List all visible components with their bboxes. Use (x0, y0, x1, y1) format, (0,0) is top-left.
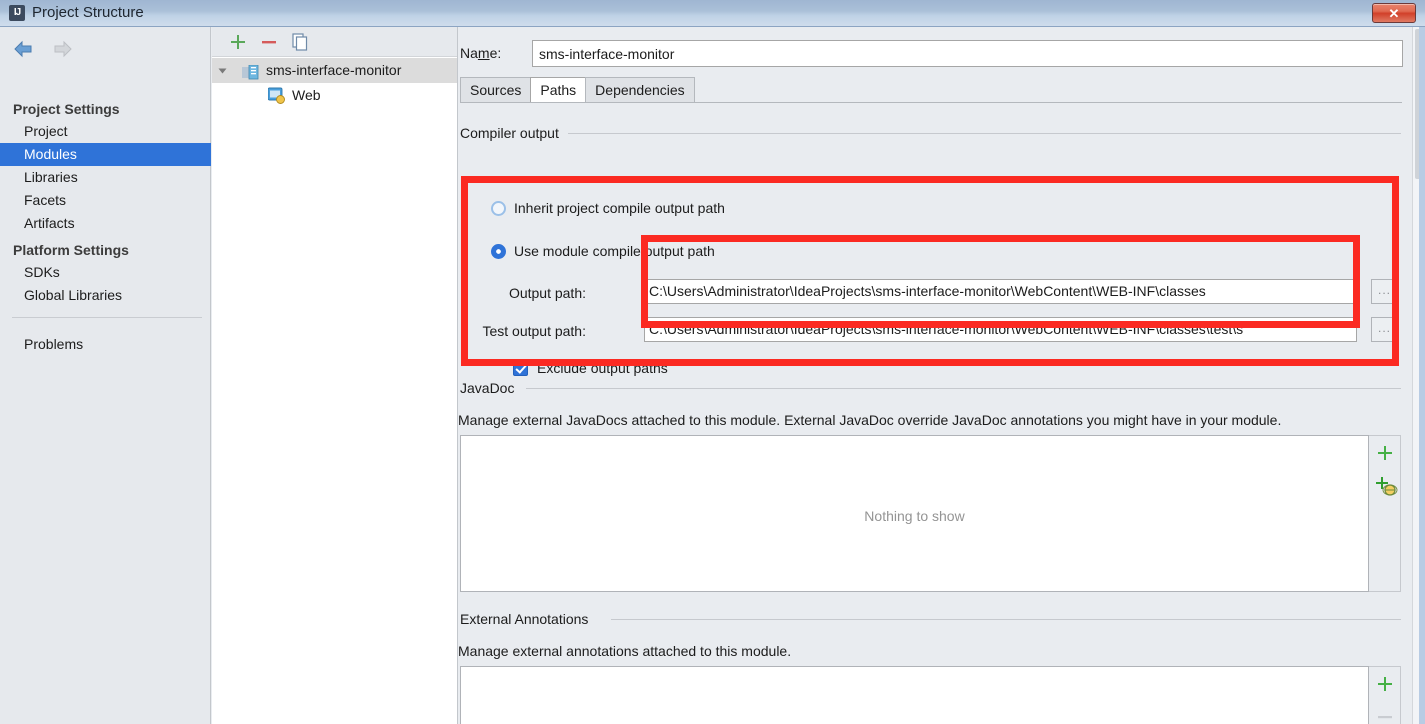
module-name-label: Name: (460, 45, 501, 61)
output-path-input[interactable]: C:\Users\Administrator\IdeaProjects\sms-… (644, 279, 1357, 304)
remove-annotation-button[interactable] (1372, 704, 1398, 724)
module-name-input[interactable] (532, 40, 1403, 67)
web-facet-icon (267, 87, 285, 104)
section-heading-platform-settings: Platform Settings (13, 242, 129, 258)
module-details-panel: Name: Sources Paths Dependencies Compile… (458, 27, 1425, 724)
external-annotations-buttons (1369, 666, 1401, 724)
table-row[interactable]: sms-interface-monitor (212, 58, 458, 83)
sidebar-item-problems[interactable]: Problems (0, 333, 211, 356)
add-annotation-button[interactable] (1372, 672, 1398, 698)
test-output-path-label: Test output path: (482, 323, 586, 339)
javadoc-empty-text: Nothing to show (864, 508, 965, 524)
javadoc-list[interactable]: Nothing to show (460, 435, 1369, 592)
navigation-arrows (8, 33, 80, 65)
module-tabs: Sources Paths Dependencies (460, 77, 695, 103)
sidebar-divider (12, 317, 202, 318)
sidebar-item-project[interactable]: Project (0, 120, 211, 143)
compiler-output-group-rule (568, 133, 1401, 134)
tab-dependencies[interactable]: Dependencies (585, 77, 695, 103)
external-annotations-description: Manage external annotations attached to … (458, 643, 792, 659)
test-output-path-browse-button[interactable]: ... (1371, 317, 1398, 342)
settings-sidebar: Project Settings Project Modules Librari… (0, 27, 211, 724)
checkbox-checked-icon[interactable] (513, 361, 528, 376)
name-label-mnemonic: m (477, 45, 490, 61)
javadoc-description: Manage external JavaDocs attached to thi… (458, 412, 1282, 428)
javadoc-buttons (1369, 435, 1401, 592)
radio-unselected-icon[interactable] (491, 201, 506, 216)
section-heading-project-settings: Project Settings (13, 101, 120, 117)
sidebar-item-global-libraries[interactable]: Global Libraries (0, 284, 211, 307)
external-annotations-list[interactable]: Nothing to show (460, 666, 1369, 724)
project-structure-dialog: IJ Project Structure ✕ Project Settings … (0, 0, 1425, 724)
close-icon[interactable]: ✕ (1372, 3, 1416, 23)
window-title: Project Structure (32, 4, 144, 21)
copy-module-button[interactable] (289, 31, 311, 53)
remove-module-button[interactable] (258, 31, 280, 53)
compiler-output-group-label: Compiler output (460, 125, 566, 141)
module-output-radio-label: Use module compile output path (514, 243, 715, 259)
sidebar-item-libraries[interactable]: Libraries (0, 166, 211, 189)
javadoc-group-label: JavaDoc (460, 380, 522, 396)
module-toolbar (212, 27, 458, 57)
external-annotations-group-rule (611, 619, 1401, 620)
app-icon: IJ (9, 5, 25, 21)
name-label-pre: Na (460, 45, 478, 61)
inherit-output-radio-label: Inherit project compile output path (514, 200, 725, 216)
chevron-down-icon[interactable] (218, 68, 227, 74)
external-annotations-group-label: External Annotations (460, 611, 596, 627)
radio-selected-icon[interactable] (491, 244, 506, 259)
add-javadoc-url-button[interactable] (1372, 473, 1398, 499)
add-module-button[interactable] (227, 31, 249, 53)
sidebar-item-modules[interactable]: Modules (0, 143, 211, 166)
sidebar-item-artifacts[interactable]: Artifacts (0, 212, 211, 235)
sidebar-item-facets[interactable]: Facets (0, 189, 211, 212)
table-row[interactable]: Web (212, 83, 458, 108)
sidebar-item-sdks[interactable]: SDKs (0, 261, 211, 284)
name-label-post: e: (489, 45, 502, 61)
output-path-browse-button[interactable]: ... (1371, 279, 1398, 304)
module-icon (242, 63, 259, 80)
javadoc-group-rule (526, 388, 1401, 389)
forward-arrow-icon[interactable] (46, 33, 76, 63)
tree-item-label: sms-interface-monitor (266, 62, 402, 78)
test-output-path-input[interactable]: C:\Users\Administrator\IdeaProjects\sms-… (644, 317, 1357, 342)
title-bar: IJ Project Structure ✕ (0, 0, 1425, 27)
exclude-output-paths-label: Exclude output paths (537, 360, 668, 376)
tab-sources[interactable]: Sources (460, 77, 532, 103)
tab-paths[interactable]: Paths (530, 77, 587, 103)
tree-item-label: Web (292, 87, 321, 103)
add-javadoc-button[interactable] (1372, 441, 1398, 467)
output-path-label: Output path: (508, 285, 586, 301)
window-frame-edge (1419, 27, 1425, 724)
back-arrow-icon[interactable] (8, 33, 38, 63)
module-list-panel: sms-interface-monitor Web (212, 27, 458, 724)
tabs-underline (460, 102, 1402, 103)
